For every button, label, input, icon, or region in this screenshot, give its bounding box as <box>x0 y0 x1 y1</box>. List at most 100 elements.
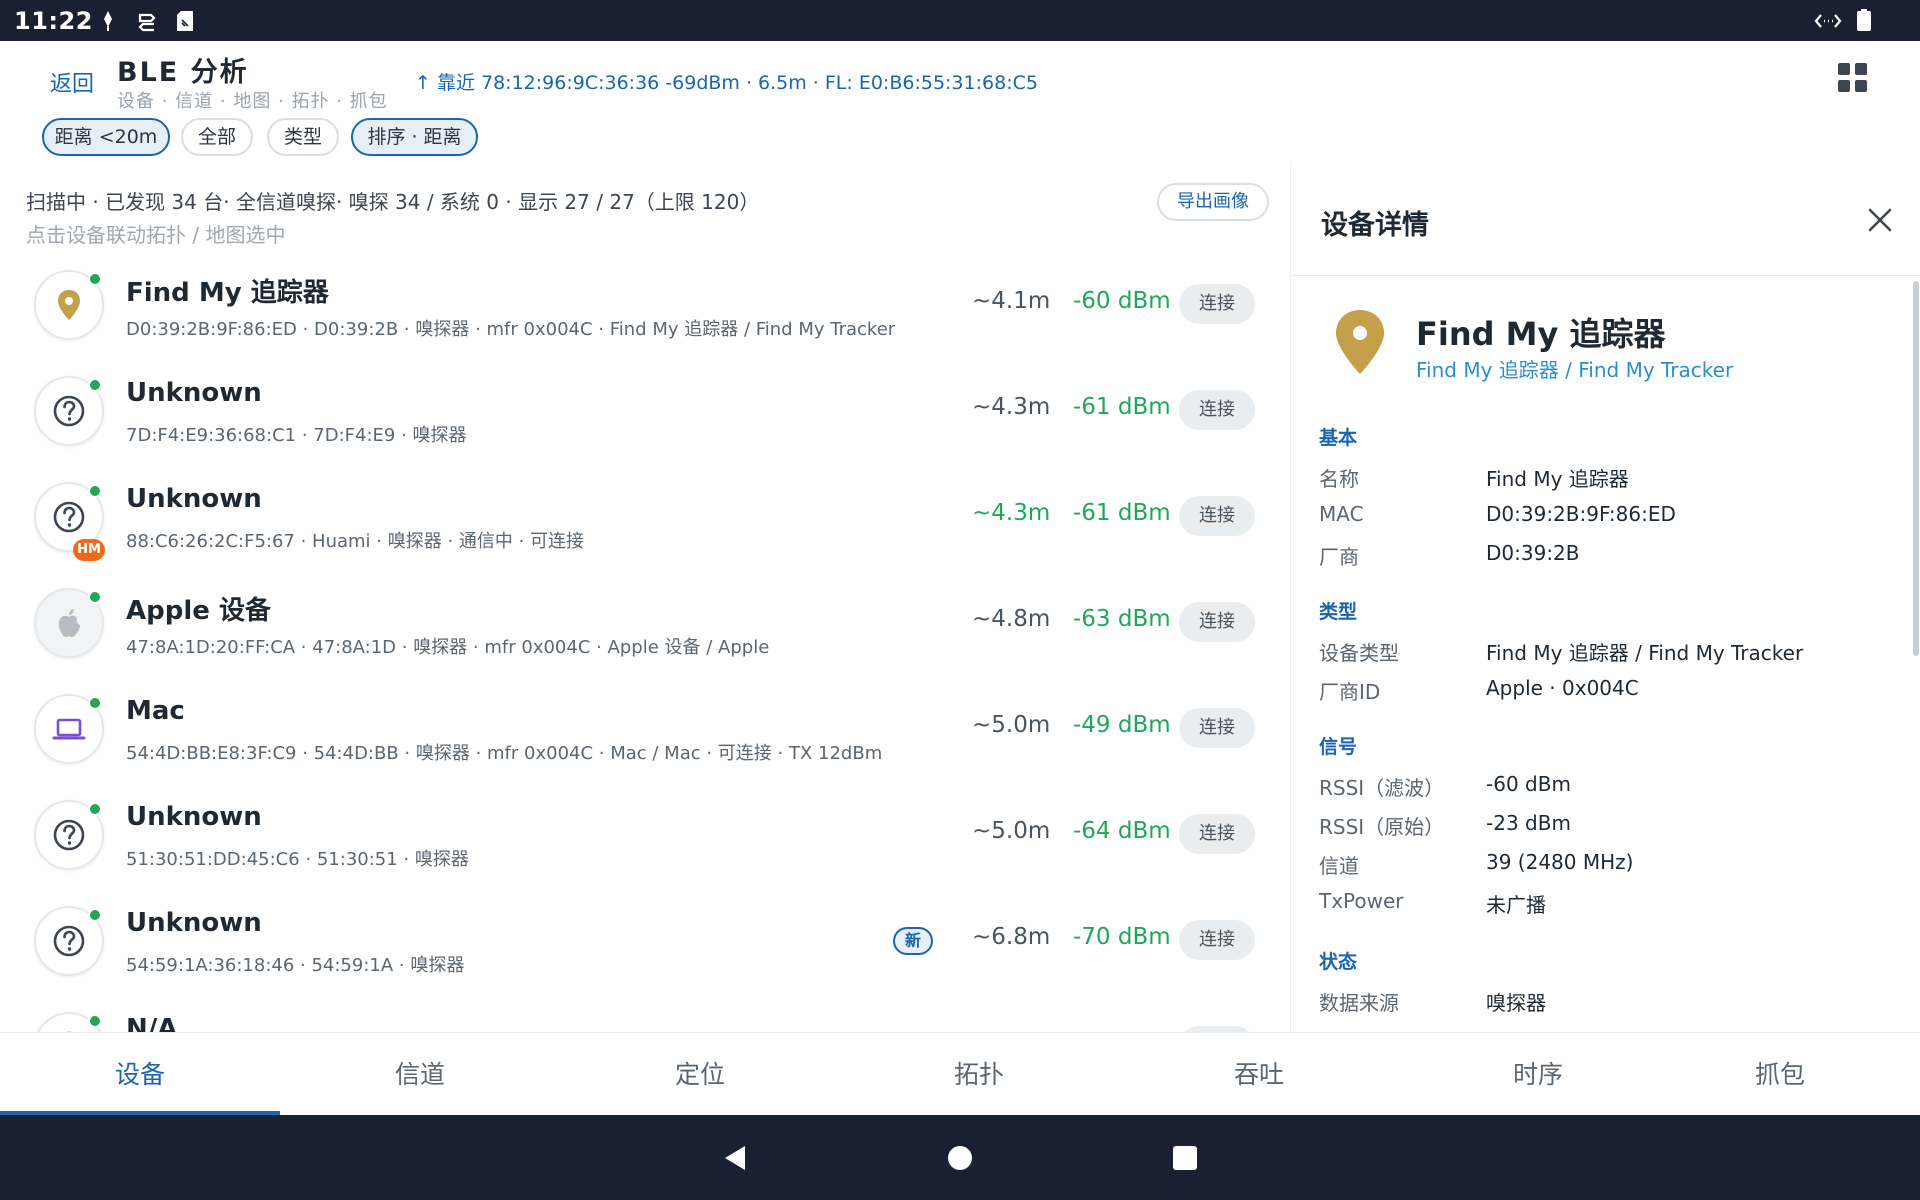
kv-val-source: 嗅探器 <box>1486 991 1546 1015</box>
connect-button[interactable]: 连接 <box>1179 602 1255 642</box>
tab-location[interactable]: 定位 <box>560 1033 840 1116</box>
device-row[interactable]: HM Unknown 88:C6:26:2C:F5:67 · Huami · 嗅… <box>0 464 1290 570</box>
tab-channels[interactable]: 信道 <box>280 1033 560 1116</box>
device-row[interactable]: Unknown 51:30:51:DD:45:C6 · 51:30:51 · 嗅… <box>0 782 1290 888</box>
connect-button[interactable]: 连接 <box>1179 390 1255 430</box>
sync-icon <box>137 10 157 32</box>
scan-hint: 点击设备联动拓扑 / 地图选中 <box>26 223 286 247</box>
device-name: Unknown <box>126 484 262 514</box>
kv-val-device-type: Find My 追踪器 / Find My Tracker <box>1486 641 1804 665</box>
nearest-device-info: ↑ 靠近 78:12:96:9C:36:36 -69dBm · 6.5m · F… <box>415 72 1038 94</box>
device-rssi: -61 dBm <box>1073 500 1171 526</box>
device-meta: 88:C6:26:2C:F5:67 · Huami · 嗅探器 · 通信中 · … <box>126 531 585 552</box>
close-icon[interactable] <box>1865 205 1895 235</box>
grid-view-icon[interactable] <box>1838 63 1868 93</box>
nav-recents-icon[interactable] <box>1170 1143 1200 1173</box>
device-row[interactable]: Find My 追踪器 D0:39:2B:9F:86:ED · D0:39:2B… <box>0 252 1290 358</box>
online-status-dot <box>88 484 102 498</box>
kv-val-vendor-id: Apple · 0x004C <box>1486 676 1639 700</box>
app-subtitle: 设备 · 信道 · 地图 · 拓扑 · 抓包 <box>117 91 388 112</box>
device-name: Unknown <box>126 378 262 408</box>
connect-button[interactable]: 连接 <box>1179 496 1255 536</box>
export-profile-button[interactable]: 导出画像 <box>1157 183 1269 221</box>
device-meta: 7D:F4:E9:36:68:C1 · 7D:F4:E9 · 嗅探器 <box>126 425 467 446</box>
connect-button[interactable]: 连接 <box>1179 920 1255 960</box>
detail-device-name: Find My 追踪器 <box>1416 315 1666 353</box>
tab-timing[interactable]: 时序 <box>1398 1033 1678 1116</box>
device-distance: ~4.3m <box>972 500 1051 526</box>
device-name: Unknown <box>126 802 262 832</box>
device-meta: 54:59:1A:36:18:46 · 54:59:1A · 嗅探器 <box>126 955 465 976</box>
question-icon <box>53 925 85 957</box>
back-button[interactable]: 返回 <box>50 66 94 98</box>
tab-topology[interactable]: 拓扑 <box>839 1033 1119 1116</box>
chip-sort-distance[interactable]: 排序 · 距离 <box>351 118 478 156</box>
detail-device-type: Find My 追踪器 / Find My Tracker <box>1416 358 1734 382</box>
tab-capture[interactable]: 抓包 <box>1640 1033 1920 1116</box>
kv-val-rssi-filtered: -60 dBm <box>1486 772 1571 796</box>
vendor-badge: HM <box>73 539 105 561</box>
device-distance: ~4.3m <box>972 394 1051 420</box>
developer-mode-icon <box>1814 11 1842 31</box>
kv-val-mac: D0:39:2B:9F:86:ED <box>1486 502 1676 526</box>
new-device-badge: 新 <box>893 927 933 955</box>
chip-all[interactable]: 全部 <box>181 118 253 156</box>
device-detail-panel: 设备详情 Find My 追踪器 Find My 追踪器 / Find My T… <box>1290 161 1920 1032</box>
online-status-dot <box>88 378 102 392</box>
device-rssi: -60 dBm <box>1073 288 1171 314</box>
tab-throughput[interactable]: 吞吐 <box>1119 1033 1399 1116</box>
section-basic: 基本 <box>1319 427 1358 449</box>
section-signal: 信号 <box>1319 736 1358 758</box>
online-status-dot <box>88 272 102 286</box>
scan-status: 扫描中 · 已发现 34 台· 全信道嗅探· 嗅探 34 / 系统 0 · 显示… <box>26 190 760 214</box>
device-name: Unknown <box>126 908 262 938</box>
device-row[interactable]: Unknown 7D:F4:E9:36:68:C1 · 7D:F4:E9 · 嗅… <box>0 358 1290 464</box>
nav-back-icon[interactable] <box>720 1143 750 1173</box>
location-pin-icon <box>58 290 80 320</box>
device-row[interactable]: Apple 设备 47:8A:1D:20:FF:CA · 47:8A:1D · … <box>0 570 1290 676</box>
device-distance: ~6.8m <box>972 924 1051 950</box>
kv-val-rssi-raw: -23 dBm <box>1486 811 1571 835</box>
kv-key-source: 数据来源 <box>1319 991 1399 1015</box>
kv-key-name: 名称 <box>1319 467 1359 491</box>
tab-devices[interactable]: 设备 <box>0 1033 280 1116</box>
nav-home-icon[interactable] <box>945 1143 975 1173</box>
detail-title: 设备详情 <box>1321 210 1429 241</box>
online-status-dot <box>88 802 102 816</box>
detail-scrollbar[interactable] <box>1913 281 1919 656</box>
device-rssi: -70 dBm <box>1073 924 1171 950</box>
location-pin-icon <box>1331 307 1389 381</box>
kv-key-rssi-raw: RSSI（原始） <box>1319 815 1445 839</box>
system-nav-bar <box>0 1115 1920 1200</box>
question-icon <box>53 501 85 533</box>
kv-val-txpower: 未广播 <box>1486 893 1546 917</box>
microphone-icon <box>100 10 116 32</box>
chip-type[interactable]: 类型 <box>267 118 339 156</box>
device-row[interactable]: Mac 54:4D:BB:E8:3F:C9 · 54:4D:BB · 嗅探器 ·… <box>0 676 1290 782</box>
online-status-dot <box>88 696 102 710</box>
app-title: BLE 分析 <box>117 57 249 88</box>
question-icon <box>53 395 85 427</box>
connect-button[interactable]: 连接 <box>1179 708 1255 748</box>
detail-divider <box>1291 275 1920 276</box>
kv-val-channel: 39 (2480 MHz) <box>1486 850 1634 874</box>
status-bar: 11:22 <box>0 0 1920 41</box>
device-row[interactable]: N/A <box>0 994 1290 1032</box>
device-meta: D0:39:2B:9F:86:ED · D0:39:2B · 嗅探器 · mfr… <box>126 319 896 340</box>
sd-card-icon <box>176 10 194 32</box>
app-header: 返回 BLE 分析 设备 · 信道 · 地图 · 拓扑 · 抓包 ↑ 靠近 78… <box>0 41 1920 161</box>
connect-button[interactable]: 连接 <box>1179 284 1255 324</box>
chip-distance-filter[interactable]: 距离 <20m <box>42 118 170 156</box>
device-rssi: -61 dBm <box>1073 394 1171 420</box>
online-status-dot <box>88 590 102 604</box>
battery-icon <box>1856 8 1872 32</box>
device-name: Mac <box>126 696 185 726</box>
kv-key-rssi-filtered: RSSI（滤波） <box>1319 776 1445 800</box>
device-meta: 54:4D:BB:E8:3F:C9 · 54:4D:BB · 嗅探器 · mfr… <box>126 743 883 764</box>
device-row[interactable]: Unknown 54:59:1A:36:18:46 · 54:59:1A · 嗅… <box>0 888 1290 994</box>
connect-button[interactable]: 连接 <box>1179 814 1255 854</box>
kv-val-name: Find My 追踪器 <box>1486 467 1629 491</box>
question-icon <box>53 819 85 851</box>
device-meta: 47:8A:1D:20:FF:CA · 47:8A:1D · 嗅探器 · mfr… <box>126 637 770 658</box>
online-status-dot <box>88 908 102 922</box>
